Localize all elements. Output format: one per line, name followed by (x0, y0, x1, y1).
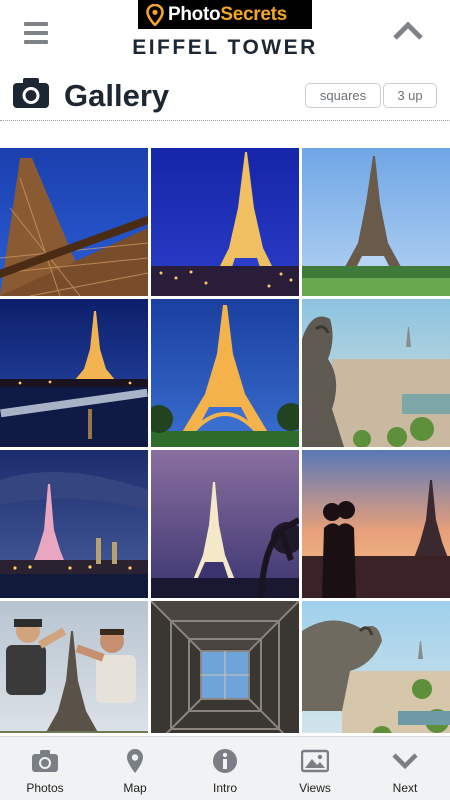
gallery-heading-bar: Gallery squares 3 up (0, 66, 450, 122)
eiffel-tower-champ-de-mars (302, 148, 450, 296)
photo-thumbnail[interactable] (151, 601, 299, 733)
chevron-down-icon (392, 753, 418, 770)
nav-next-label: Next (392, 781, 418, 795)
logo-text: PhotoSecrets (168, 3, 287, 25)
nav-views-label: Views (299, 781, 331, 795)
nav-map-label: Map (123, 781, 147, 795)
photo-thumbnail[interactable] (302, 601, 450, 733)
menu-icon (24, 22, 48, 26)
squares-view-button[interactable]: squares (305, 83, 381, 108)
eiffel-tower-lit-at-night (151, 148, 299, 296)
eiffel-tower-from-below-day (0, 148, 148, 296)
photo-thumbnail[interactable] (302, 148, 450, 296)
photo-thumbnail[interactable] (0, 450, 148, 598)
nav-map[interactable]: Map (90, 737, 180, 800)
map-pin-icon (127, 749, 143, 773)
page-title: EIFFEL TOWER (132, 36, 318, 59)
eiffel-tower-over-seine-dusk (0, 299, 148, 447)
nav-photos[interactable]: Photos (0, 737, 90, 800)
divider (0, 120, 450, 121)
tourists-posing-with-tower (0, 601, 148, 733)
eiffel-tower-pont-alexandre-iii (0, 450, 148, 598)
photosecrets-logo[interactable]: PhotoSecrets (138, 0, 312, 29)
photo-thumbnail[interactable] (0, 148, 148, 296)
nav-photos-label: Photos (26, 781, 64, 795)
eiffel-tower-golden-lights (151, 299, 299, 447)
pin-logo-icon (146, 3, 164, 26)
photo-thumbnail[interactable] (151, 299, 299, 447)
couple-silhouette-sunset (302, 450, 450, 598)
app-header: PhotoSecrets EIFFEL TOWER (0, 0, 450, 66)
nav-views[interactable]: Views (270, 737, 360, 800)
photo-thumbnail[interactable] (0, 299, 148, 447)
gallery-title: Gallery (64, 78, 170, 113)
eiffel-tower-lattice-looking-up (151, 601, 299, 733)
info-icon (213, 749, 237, 773)
nav-intro[interactable]: Intro (180, 737, 270, 800)
notre-dame-gargoyle-view (302, 601, 450, 733)
bottom-navigation: Photos Map Intro Views Next (0, 736, 450, 800)
photo-thumbnail[interactable] (0, 601, 148, 733)
camera-icon (32, 750, 58, 772)
photo-grid (0, 148, 450, 733)
nav-intro-label: Intro (212, 781, 237, 795)
eiffel-tower-long-exposure-night (151, 450, 299, 598)
image-icon (301, 749, 329, 773)
photo-thumbnail[interactable] (151, 148, 299, 296)
photo-thumbnail[interactable] (302, 450, 450, 598)
chevron-up-icon[interactable] (392, 20, 424, 42)
nav-next[interactable]: Next (360, 737, 450, 800)
photo-thumbnail[interactable] (151, 450, 299, 598)
camera-icon (13, 78, 49, 108)
photo-thumbnail[interactable] (302, 299, 450, 447)
three-up-view-button[interactable]: 3 up (383, 83, 437, 108)
gargoyle-over-paris (302, 299, 450, 447)
